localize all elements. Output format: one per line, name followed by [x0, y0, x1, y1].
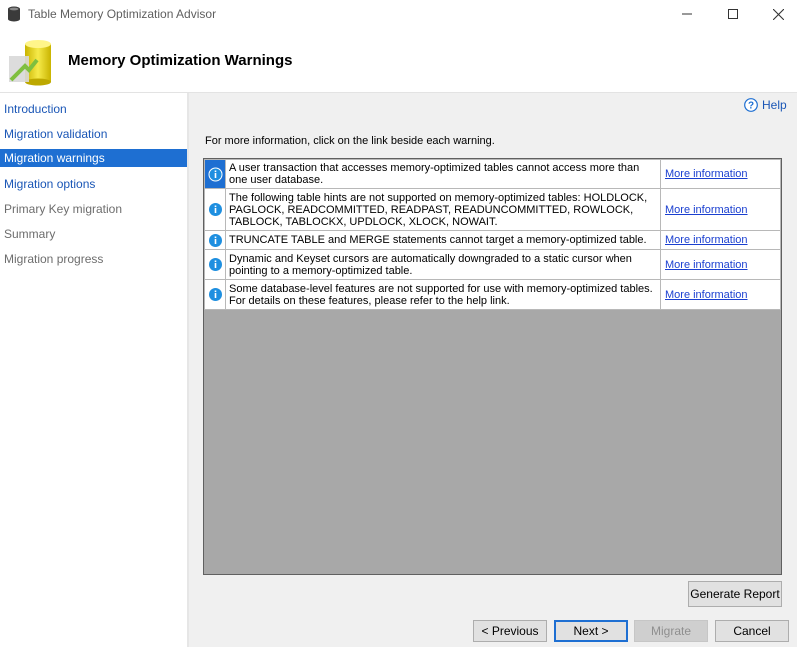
more-information-link[interactable]: More information	[665, 168, 748, 180]
wizard-sidebar: Introduction Migration validation Migrat…	[0, 93, 188, 647]
sidebar-item-primary-key-migration: Primary Key migration	[4, 202, 123, 216]
table-row[interactable]: TRUNCATE TABLE and MERGE statements cann…	[204, 230, 781, 250]
warning-message: TRUNCATE TABLE and MERGE statements cann…	[225, 230, 661, 250]
sidebar-item-summary: Summary	[4, 227, 56, 241]
minimize-icon	[682, 13, 692, 15]
info-icon	[208, 203, 222, 216]
info-icon-cell	[204, 249, 226, 280]
info-icon	[208, 258, 222, 271]
info-icon	[208, 288, 222, 301]
info-icon	[208, 167, 222, 181]
close-icon	[772, 8, 784, 20]
more-information-link[interactable]: More information	[665, 234, 748, 246]
sidebar-item-migration-warnings[interactable]: Migration warnings	[0, 149, 187, 167]
more-information-link[interactable]: More information	[665, 289, 748, 301]
warning-message: A user transaction that accesses memory-…	[225, 159, 661, 189]
info-icon-cell	[204, 159, 226, 189]
warning-message: Dynamic and Keyset cursors are automatic…	[225, 249, 661, 280]
svg-text:?: ?	[748, 101, 754, 112]
minimize-button[interactable]	[664, 0, 710, 28]
help-icon: ?	[744, 98, 758, 112]
next-button[interactable]: Next >	[554, 620, 628, 642]
more-info-cell: More information	[660, 230, 781, 250]
sidebar-item-migration-validation[interactable]: Migration validation	[0, 125, 187, 143]
migrate-button: Migrate	[634, 620, 708, 642]
previous-button[interactable]: < Previous	[473, 620, 547, 642]
help-link[interactable]: ? Help	[744, 97, 787, 113]
main-panel: ? Help For more information, click on th…	[189, 93, 797, 647]
sidebar-item-migration-progress: Migration progress	[4, 252, 104, 266]
warnings-grid: A user transaction that accesses memory-…	[203, 158, 782, 575]
info-icon-cell	[204, 188, 226, 231]
generate-report-button[interactable]: Generate Report	[688, 581, 782, 607]
database-icon	[8, 6, 20, 22]
more-information-link[interactable]: More information	[665, 259, 748, 271]
title-bar: Table Memory Optimization Advisor	[0, 0, 797, 28]
more-info-cell: More information	[660, 188, 781, 231]
maximize-icon	[728, 9, 738, 19]
more-information-link[interactable]: More information	[665, 204, 748, 216]
sidebar-item-migration-options[interactable]: Migration options	[0, 175, 187, 193]
instructions-text: For more information, click on the link …	[205, 135, 495, 147]
table-row[interactable]: Dynamic and Keyset cursors are automatic…	[204, 249, 781, 280]
more-info-cell: More information	[660, 159, 781, 189]
info-icon-cell	[204, 230, 226, 250]
table-row[interactable]: The following table hints are not suppor…	[204, 188, 781, 231]
memory-optimization-logo-icon	[9, 40, 51, 86]
sidebar-item-introduction[interactable]: Introduction	[0, 100, 187, 118]
window-title: Table Memory Optimization Advisor	[28, 7, 217, 21]
info-icon-cell	[204, 279, 226, 310]
more-info-cell: More information	[660, 249, 781, 280]
wizard-header: Memory Optimization Warnings	[0, 28, 797, 92]
info-icon	[208, 233, 222, 247]
table-row[interactable]: A user transaction that accesses memory-…	[204, 159, 781, 189]
warnings-table: A user transaction that accesses memory-…	[204, 159, 781, 310]
cancel-button[interactable]: Cancel	[715, 620, 789, 642]
help-label: Help	[762, 98, 787, 112]
maximize-button[interactable]	[710, 0, 756, 28]
more-info-cell: More information	[660, 279, 781, 310]
warning-message: Some database-level features are not sup…	[225, 279, 661, 310]
table-row[interactable]: Some database-level features are not sup…	[204, 279, 781, 310]
page-title: Memory Optimization Warnings	[68, 52, 293, 69]
close-button[interactable]	[755, 0, 797, 28]
warning-message: The following table hints are not suppor…	[225, 188, 661, 231]
